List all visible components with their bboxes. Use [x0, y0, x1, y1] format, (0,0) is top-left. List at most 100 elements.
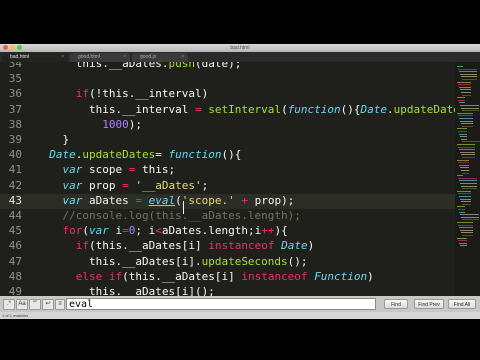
minimap-line: [462, 203, 471, 205]
minimap-line: [460, 73, 477, 75]
minimap-line: [457, 222, 473, 223]
minimap-line: [457, 112, 473, 114]
status-bar: 1 of 1 matches: [0, 312, 480, 319]
case-sensitive-toggle-icon[interactable]: Aa: [16, 299, 28, 310]
window-title: bad.html: [230, 45, 250, 51]
minimap-line: [461, 76, 477, 78]
code-token: (){: [340, 102, 361, 116]
minimap-line: [457, 128, 467, 130]
code-line[interactable]: var prop = '__aDates';: [36, 178, 209, 192]
code-token: Date: [281, 239, 308, 253]
code-line[interactable]: var scope = this;: [36, 163, 176, 177]
code-token: ++: [261, 224, 275, 238]
code-line[interactable]: if(!this.__interval): [36, 87, 208, 100]
code-token: }: [36, 133, 70, 146]
minimap-line: [460, 214, 479, 216]
code-token: =: [135, 193, 142, 207]
code-token: (this.__aDates[i]: [122, 269, 242, 283]
code-token: ): [307, 239, 315, 253]
minimap[interactable]: [455, 62, 480, 296]
code-token: );: [128, 117, 142, 131]
minimap-line: [462, 79, 477, 80]
code-line[interactable]: 1000);: [36, 118, 142, 131]
minimap-line: [457, 81, 471, 83]
code-line[interactable]: for(var i=0; i<aDates.length;i++){: [36, 224, 288, 237]
find-all-button[interactable]: Find All: [448, 299, 476, 309]
code-token: aDates.length;i: [161, 224, 262, 238]
minimap-line: [458, 146, 475, 148]
code-line[interactable]: //console.log(this.__aDates.length);: [36, 209, 301, 222]
code-token: var: [89, 224, 109, 238]
minimap-line: [460, 167, 469, 169]
minimap-line: [457, 175, 463, 177]
code-token: ();: [287, 254, 308, 268]
code-token: prop);: [247, 193, 295, 207]
wrap-toggle-icon[interactable]: ↩: [42, 299, 54, 310]
code-token: =: [194, 102, 202, 116]
code-line[interactable]: var aDates = eval('scope.' + prop);: [36, 193, 295, 207]
code-token: updateSeconds: [201, 254, 288, 268]
in-selection-toggle-icon[interactable]: ≡: [55, 299, 65, 310]
code-token: updateDates: [393, 102, 455, 116]
close-tab-icon[interactable]: ×: [61, 53, 64, 62]
minimap-line: [458, 224, 473, 226]
tab-bar: bad.html × good.html × good.js ×: [0, 52, 480, 62]
minimap-line: [459, 71, 477, 73]
minimap-line: [462, 125, 473, 127]
line-number: 37: [8, 102, 22, 116]
minimap-line: [460, 105, 479, 106]
regex-toggle-icon[interactable]: .*: [3, 299, 15, 310]
tab-bad-html[interactable]: bad.html ×: [2, 53, 68, 62]
code-token: aDates: [82, 193, 136, 207]
code-line[interactable]: if(this.__aDates[i] instanceof Date): [36, 239, 314, 252]
code-token: var: [62, 193, 83, 207]
line-number: 46: [8, 239, 22, 253]
code-line[interactable]: }: [36, 133, 69, 146]
minimap-line: [460, 245, 467, 247]
line-number: 34: [8, 62, 22, 70]
code-line[interactable]: this.__aDates[i]();: [36, 285, 215, 296]
minimap-line: [458, 115, 473, 117]
tab-good-js[interactable]: good.js ×: [132, 53, 188, 62]
code-token: ;: [201, 178, 209, 192]
tab-label: bad.html: [10, 54, 30, 60]
line-number: 47: [8, 254, 22, 268]
code-token: (: [281, 102, 288, 116]
code-token: ){: [274, 224, 288, 238]
code-token: Function: [314, 269, 368, 283]
line-number: 49: [8, 285, 22, 296]
find-prev-button[interactable]: Find Prev: [414, 299, 444, 309]
whole-word-toggle-icon[interactable]: “”: [29, 299, 41, 310]
minimap-line: [460, 229, 473, 231]
minimap-line: [461, 232, 473, 234]
find-input[interactable]: eval: [66, 298, 376, 310]
code-line[interactable]: this.__interval = setInterval(function()…: [36, 103, 455, 116]
code-line[interactable]: Date.updateDates= function(){: [36, 148, 241, 161]
code-editor[interactable]: 34353637383940414243444546474849505152 t…: [0, 62, 455, 296]
minimap-line: [457, 159, 469, 161]
match-count: 1 of 1 matches: [2, 313, 29, 318]
minimap-line: [462, 172, 469, 174]
code-token: function: [287, 102, 341, 116]
code-line[interactable]: this.__aDates[i].updateSeconds();: [36, 255, 308, 268]
code-token: this;: [135, 163, 176, 177]
close-tab-icon[interactable]: ×: [123, 53, 126, 62]
code-token: updateDates: [82, 148, 156, 162]
minimap-line: [462, 235, 473, 236]
close-tab-icon[interactable]: ×: [181, 53, 184, 62]
minimap-line: [461, 107, 479, 109]
find-button[interactable]: Find: [384, 299, 408, 309]
tab-good-html[interactable]: good.html ×: [70, 53, 130, 62]
tab-label: good.js: [140, 54, 157, 60]
code-line[interactable]: this.__aDates.push(date);: [36, 62, 242, 70]
code-line[interactable]: else if(this.__aDates[i] instanceof Func…: [36, 270, 374, 283]
minimap-line: [458, 209, 465, 210]
minimap-line: [457, 144, 475, 145]
minimap-line: [460, 183, 477, 184]
code-token: instanceof: [208, 239, 275, 253]
line-number: 42: [8, 178, 22, 192]
minimap-line: [459, 102, 465, 104]
line-number: 38: [8, 117, 22, 131]
